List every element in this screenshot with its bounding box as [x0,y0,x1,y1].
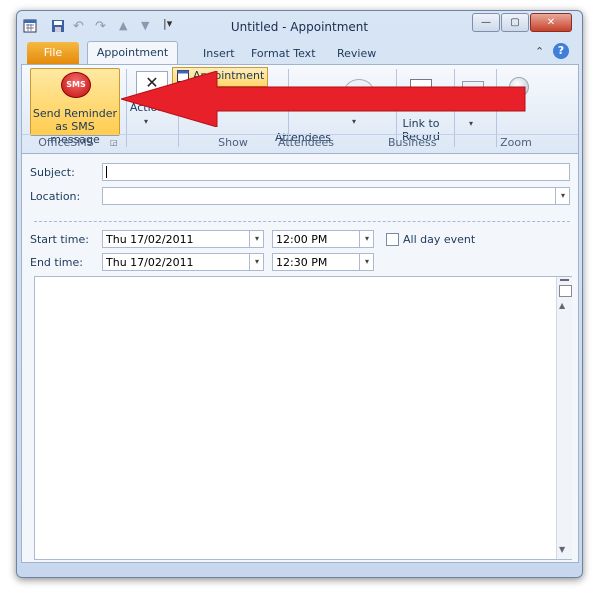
red-arrow-annotation [121,71,526,127]
appointment-window: ↶ ↷ ▲ ▼ |▾ Untitled - Appointment — ▢ ✕ … [16,10,583,578]
end-time-label: End time: [30,256,83,269]
minimize-ribbon-icon[interactable]: ⌃ [535,45,544,58]
start-date-picker[interactable]: Thu 17/02/2011 ▾ [102,230,264,248]
group-label-divider [22,134,578,135]
ruler-toggle-icon[interactable] [560,279,569,281]
tab-review[interactable]: Review [325,45,388,63]
appointment-body-editor[interactable]: ▲ ▼ [34,276,572,560]
minimize-button[interactable]: — [472,13,500,32]
send-sms-reminder-button[interactable]: SMS Send Reminder as SMS message [30,68,120,146]
end-time-dropdown-icon[interactable]: ▾ [359,253,374,271]
location-dropdown-icon[interactable]: ▾ [555,187,570,205]
end-date-dropdown-icon[interactable]: ▾ [249,253,264,271]
location-label: Location: [30,190,81,203]
all-day-label: All day event [403,233,476,246]
maximize-button[interactable]: ▢ [501,13,529,32]
form-separator [34,221,570,222]
start-time-dropdown-icon[interactable]: ▾ [359,230,374,248]
subject-input[interactable] [102,163,570,181]
group-label-zoom: Zoom [500,136,532,149]
sms-icon: SMS [61,72,91,98]
location-input[interactable]: ▾ [102,187,570,205]
appointment-form: Subject: Location: ▾ Start time: Thu 17/… [21,153,579,563]
end-time-picker[interactable]: 12:30 PM ▾ [272,253,374,271]
start-time-picker[interactable]: 12:00 PM ▾ [272,230,374,248]
view-ruler-icon[interactable] [559,285,572,297]
scroll-down-icon[interactable]: ▼ [559,545,565,554]
group-label-officesms: OfficeSMS [38,136,94,149]
vertical-scrollbar[interactable]: ▲ ▼ [556,277,572,559]
all-day-checkbox[interactable] [386,233,399,246]
group-label-attendees: Attendees [278,136,334,149]
text-cursor [106,166,107,178]
subject-label: Subject: [30,166,75,179]
scroll-up-icon[interactable]: ▲ [559,301,565,310]
tab-format-text[interactable]: Format Text [239,45,328,63]
tab-appointment[interactable]: Appointment [87,41,178,66]
tab-file[interactable]: File [27,42,79,64]
help-icon[interactable]: ? [553,43,569,59]
start-time-label: Start time: [30,233,89,246]
start-date-dropdown-icon[interactable]: ▾ [249,230,264,248]
group-label-business: Business [388,136,437,149]
close-button[interactable]: ✕ [530,13,572,32]
dialog-launcher-icon[interactable]: ◲ [110,138,118,147]
end-date-picker[interactable]: Thu 17/02/2011 ▾ [102,253,264,271]
group-label-show: Show [218,136,248,149]
